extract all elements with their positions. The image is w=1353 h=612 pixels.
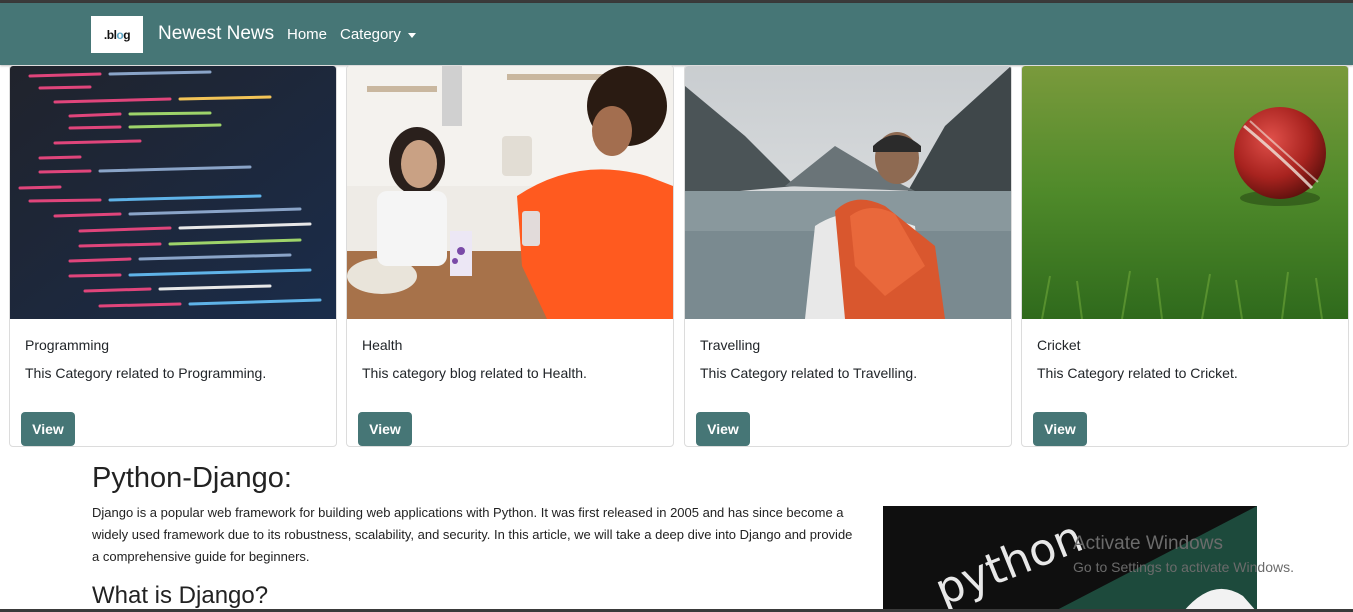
logo-text-o: o <box>116 27 124 42</box>
code-editor-photo <box>10 66 336 319</box>
watermark-title: Activate Windows <box>1073 533 1223 554</box>
category-card-health: Health This category blog related to Hea… <box>346 65 674 447</box>
cricket-ball-photo <box>1022 66 1348 319</box>
card-text: This category blog related to Health. <box>362 365 587 381</box>
view-programming-button[interactable]: View <box>21 412 75 446</box>
site-brand[interactable]: Newest News <box>158 23 274 45</box>
nav-category-label: Category <box>340 26 401 43</box>
blog-logo[interactable]: .bl o g <box>91 16 143 53</box>
windows-activation-watermark: Activate Windows Go to Settings to activ… <box>1073 533 1294 575</box>
view-health-button[interactable]: View <box>358 412 412 446</box>
article-heading: Python-Django: <box>92 462 292 494</box>
navbar: .bl o g Newest News Home Category <box>0 3 1353 65</box>
category-card-cricket: Cricket This Category related to Cricket… <box>1021 65 1349 447</box>
card-title: Health <box>362 337 403 353</box>
logo-text-a: .bl <box>103 27 117 42</box>
card-title: Cricket <box>1037 337 1081 353</box>
card-title: Programming <box>25 337 110 353</box>
card-text: This Category related to Travelling. <box>700 365 918 381</box>
lake-backpacker-photo <box>685 66 1011 319</box>
view-cricket-button[interactable]: View <box>1033 412 1087 446</box>
category-card-travelling: Travelling This Category related to Trav… <box>684 65 1012 447</box>
nav-home-link[interactable]: Home <box>287 26 327 43</box>
card-text: This Category related to Cricket. <box>1037 365 1238 381</box>
nav-category-dropdown[interactable]: Category <box>340 26 416 43</box>
watermark-subtitle: Go to Settings to activate Windows. <box>1073 559 1294 575</box>
category-card-programming: Programming This Category related to Pro… <box>9 65 337 447</box>
card-text: This Category related to Programming. <box>25 365 267 381</box>
logo-text-b: g <box>123 27 131 42</box>
article-subheading: What is Django? <box>92 582 269 609</box>
friends-kitchen-photo <box>347 66 673 319</box>
card-title: Travelling <box>700 337 761 353</box>
view-travelling-button[interactable]: View <box>696 412 750 446</box>
article-paragraph: Django is a popular web framework for bu… <box>92 505 853 564</box>
caret-down-icon <box>407 32 416 38</box>
